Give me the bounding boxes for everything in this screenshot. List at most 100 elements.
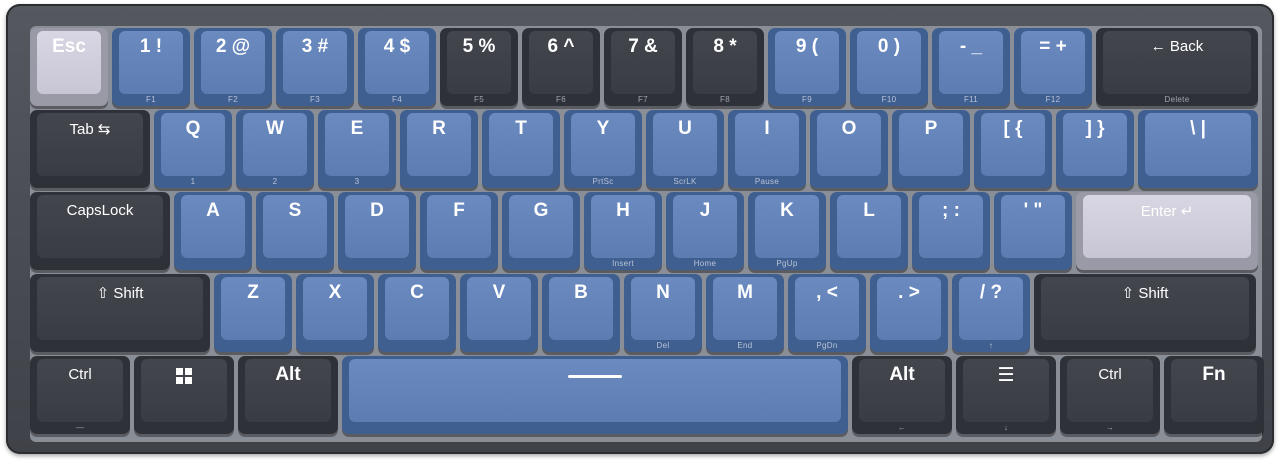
key[interactable]: 1 ! F1 bbox=[112, 28, 190, 106]
key-sublegend: 3 bbox=[354, 177, 360, 186]
key[interactable]: ; : bbox=[912, 192, 990, 270]
key[interactable]: 9 (F9 bbox=[768, 28, 846, 106]
key[interactable]: - _ F11 bbox=[932, 28, 1010, 106]
key[interactable]: S bbox=[256, 192, 334, 270]
key-sublegend: F9 bbox=[802, 95, 812, 104]
key[interactable]: Alt bbox=[238, 356, 338, 434]
key[interactable]: ⇧ Shift bbox=[1034, 274, 1256, 352]
key-sublegend: ↓ bbox=[1003, 423, 1009, 432]
key-label: F bbox=[453, 200, 465, 221]
key-label: V bbox=[492, 282, 506, 303]
key[interactable]: F bbox=[420, 192, 498, 270]
key[interactable]: Alt ← bbox=[852, 356, 952, 434]
key-sublegend: 1 bbox=[190, 177, 196, 186]
key[interactable]: ☰ ↓ bbox=[956, 356, 1056, 434]
key[interactable]: R bbox=[400, 110, 478, 188]
key-label: ; : bbox=[942, 200, 960, 221]
key-label: G bbox=[533, 200, 549, 221]
key[interactable]: I Pause bbox=[728, 110, 806, 188]
key[interactable]: C bbox=[378, 274, 456, 352]
key[interactable]: X bbox=[296, 274, 374, 352]
key[interactable]: 7 & F7 bbox=[604, 28, 682, 106]
key[interactable]: \ | bbox=[1138, 110, 1258, 188]
key-label: S bbox=[288, 200, 302, 221]
key-sublegend: Delete bbox=[1164, 95, 1190, 104]
key[interactable]: 5 % F5 bbox=[440, 28, 518, 106]
key[interactable]: 2 @ F2 bbox=[194, 28, 272, 106]
key[interactable]: Ctrl → bbox=[1060, 356, 1160, 434]
key-sublegend: PgDn bbox=[816, 341, 838, 350]
key[interactable]: G bbox=[502, 192, 580, 270]
key[interactable]: L bbox=[830, 192, 908, 270]
key-label: = + bbox=[1039, 36, 1067, 57]
key[interactable]: Z bbox=[214, 274, 292, 352]
key-label: B bbox=[574, 282, 588, 303]
key[interactable]: / ? ↑ bbox=[952, 274, 1030, 352]
key[interactable]: Q1 bbox=[154, 110, 232, 188]
key-label: 8 * bbox=[713, 36, 737, 57]
key[interactable]: = + F12 bbox=[1014, 28, 1092, 106]
key-label: Fn bbox=[1202, 364, 1226, 385]
key-sublegend: F11 bbox=[963, 95, 979, 104]
key[interactable]: O bbox=[810, 110, 888, 188]
key[interactable]: V bbox=[460, 274, 538, 352]
key-label: X bbox=[328, 282, 342, 303]
key[interactable]: K PgUp bbox=[748, 192, 826, 270]
key[interactable]: , < PgDn bbox=[788, 274, 866, 352]
key[interactable]: E3 bbox=[318, 110, 396, 188]
key-label: D bbox=[370, 200, 384, 221]
key[interactable]: 3 # F3 bbox=[276, 28, 354, 106]
key-label: / ? bbox=[979, 282, 1003, 303]
key-sublegend: F1 bbox=[146, 95, 156, 104]
key-label: A bbox=[206, 200, 220, 221]
key-sublegend: ↑ bbox=[988, 341, 994, 350]
key[interactable]: CapsLock bbox=[30, 192, 170, 270]
key[interactable]: A bbox=[174, 192, 252, 270]
key[interactable]: ] } bbox=[1056, 110, 1134, 188]
key[interactable]: ← Back Delete bbox=[1096, 28, 1258, 106]
key[interactable]: Y PrtSc bbox=[564, 110, 642, 188]
key[interactable]: [ { bbox=[974, 110, 1052, 188]
key[interactable]: 0 ) F10 bbox=[850, 28, 928, 106]
key[interactable]: U ScrLK bbox=[646, 110, 724, 188]
key-label: 6 ^ bbox=[547, 36, 575, 57]
key[interactable]: 6 ^ F6 bbox=[522, 28, 600, 106]
key[interactable]: 8 * F8 bbox=[686, 28, 764, 106]
key[interactable]: Esc bbox=[30, 28, 108, 106]
key[interactable] bbox=[134, 356, 234, 434]
key[interactable]: Enter ↵ bbox=[1076, 192, 1258, 270]
key-sublegend: ← bbox=[897, 423, 907, 432]
key-sublegend: — bbox=[75, 423, 85, 432]
key-label: J bbox=[699, 200, 711, 221]
key[interactable]: 4 $ F4 bbox=[358, 28, 436, 106]
key-label: - _ bbox=[959, 36, 983, 57]
key-label: Tab ⇆ bbox=[69, 121, 111, 138]
key-sublegend: F5 bbox=[474, 95, 484, 104]
key[interactable]: H Insert bbox=[584, 192, 662, 270]
key[interactable]: D bbox=[338, 192, 416, 270]
key[interactable]: Fn bbox=[1164, 356, 1264, 434]
key[interactable]: N Del bbox=[624, 274, 702, 352]
key-sublegend: F6 bbox=[556, 95, 566, 104]
key[interactable]: J Home bbox=[666, 192, 744, 270]
key[interactable]: M End bbox=[706, 274, 784, 352]
key[interactable]: Tab ⇆ bbox=[30, 110, 150, 188]
key[interactable]: . > bbox=[870, 274, 948, 352]
key[interactable]: T bbox=[482, 110, 560, 188]
key-label: Y bbox=[596, 118, 610, 139]
key-label: C bbox=[410, 282, 424, 303]
key-label: U bbox=[678, 118, 692, 139]
key-label: Ctrl bbox=[1098, 366, 1122, 383]
key-sublegend: Insert bbox=[612, 259, 634, 268]
key-label: I bbox=[764, 118, 770, 139]
spacebar-key[interactable] bbox=[342, 356, 848, 434]
key[interactable]: B bbox=[542, 274, 620, 352]
key[interactable]: ⇧ Shift bbox=[30, 274, 210, 352]
key-label: N bbox=[656, 282, 670, 303]
key[interactable]: W2 bbox=[236, 110, 314, 188]
key[interactable]: ' " bbox=[994, 192, 1072, 270]
key-label: Alt bbox=[275, 364, 301, 385]
key[interactable]: Ctrl — bbox=[30, 356, 130, 434]
key-label: H bbox=[616, 200, 630, 221]
key[interactable]: P bbox=[892, 110, 970, 188]
